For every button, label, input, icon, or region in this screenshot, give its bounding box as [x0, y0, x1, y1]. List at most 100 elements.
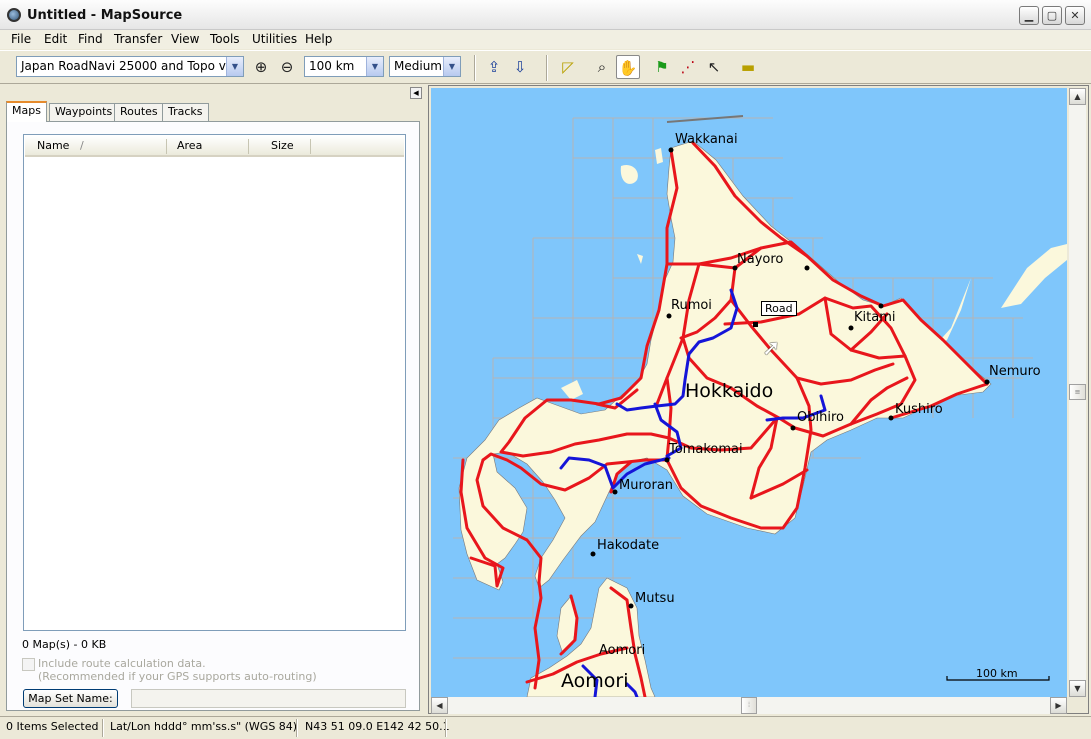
scroll-up-icon[interactable]: ▲ — [1069, 88, 1086, 105]
window-title: Untitled - MapSource — [27, 8, 183, 23]
city-label: Nayoro — [737, 252, 784, 267]
toolbar: Japan RoadNavi 25000 and Topo v2 ▼ ⊕ ⊖ 1… — [0, 50, 1091, 84]
minimize-button[interactable]: ▁ — [1019, 6, 1039, 25]
vertical-scroll-thumb[interactable]: ≡ — [1069, 384, 1086, 400]
map-set-name-input[interactable] — [131, 689, 406, 708]
city-label: Kitami — [854, 310, 896, 325]
scroll-left-icon[interactable]: ◀ — [431, 697, 448, 714]
rishiri-island — [620, 164, 638, 184]
vertical-scrollbar[interactable]: ▲ ≡ ▼ — [1069, 88, 1086, 697]
city-label: Aomori — [599, 643, 646, 658]
city-label: Kushiro — [895, 402, 943, 417]
status-bar: 0 Items Selected Lat/Lon hddd° mm'ss.s" … — [0, 716, 1091, 739]
menu-tools[interactable]: Tools — [210, 32, 240, 46]
menu-utilities[interactable]: Utilities — [252, 32, 297, 46]
zoom-level-select[interactable]: 100 km ▼ — [304, 56, 384, 77]
menu-transfer[interactable]: Transfer — [114, 32, 162, 46]
status-separator — [102, 719, 104, 737]
menu-bar: File Edit Find Transfer View Tools Utili… — [0, 30, 1091, 49]
map-count: 0 Map(s) - 0 KB — [22, 638, 107, 651]
map-frame: Wakkanai Nayoro Rumoi Kitami Nemuro Hokk… — [428, 85, 1089, 714]
tab-waypoints[interactable]: Waypoints — [49, 103, 119, 121]
mouse-pointer-icon: ➚ — [762, 336, 781, 361]
region-label: Aomori — [561, 670, 629, 692]
chevron-down-icon[interactable]: ▼ — [366, 57, 383, 76]
column-separator[interactable] — [310, 139, 311, 154]
menu-file[interactable]: File — [11, 32, 31, 46]
column-separator[interactable] — [166, 139, 167, 154]
maximize-button[interactable]: ▢ — [1042, 6, 1062, 25]
mapsource-globe-icon — [7, 8, 21, 22]
city-label: Hakodate — [597, 538, 660, 553]
map-view[interactable]: Wakkanai Nayoro Rumoi Kitami Nemuro Hokk… — [431, 88, 1067, 697]
teuri-island — [637, 254, 643, 264]
title-bar: Untitled - MapSource ▁ ▢ ✕ — [0, 0, 1091, 30]
route-tool-icon[interactable]: ⋰ — [676, 55, 700, 79]
position-format: Lat/Lon hddd° mm'ss.s" (WGS 84) — [110, 720, 298, 733]
zoom-in-icon[interactable]: ⊕ — [249, 55, 273, 79]
tab-maps[interactable]: Maps — [6, 101, 47, 122]
column-separator[interactable] — [248, 139, 249, 154]
toolbar-separator — [474, 55, 476, 81]
tab-routes[interactable]: Routes — [114, 103, 164, 121]
column-size[interactable]: Size — [271, 139, 294, 152]
region-label: Hokkaido — [685, 380, 774, 402]
column-name[interactable]: Name — [37, 139, 69, 152]
city-label: Tomakomai — [669, 442, 743, 457]
chevron-down-icon[interactable]: ▼ — [443, 57, 460, 76]
tab-tracks[interactable]: Tracks — [162, 103, 209, 121]
receive-from-device-icon[interactable]: ⇩ — [508, 55, 532, 79]
menu-edit[interactable]: Edit — [44, 32, 67, 46]
horizontal-scrollbar[interactable]: ◀ ⦙ ▶ — [431, 697, 1067, 714]
city-label: Rumoi — [671, 298, 712, 313]
menu-find[interactable]: Find — [78, 32, 103, 46]
maps-list[interactable]: Name / Area Size — [23, 134, 406, 631]
status-separator — [296, 719, 298, 737]
scroll-down-icon[interactable]: ▼ — [1069, 680, 1086, 697]
zoom-tool-icon[interactable]: ⌕ — [590, 55, 614, 79]
city-label: Mutsu — [635, 591, 675, 606]
northern-coastline-line — [666, 115, 744, 123]
chevron-down-icon[interactable]: ▼ — [226, 57, 243, 76]
column-area[interactable]: Area — [177, 139, 202, 152]
selection-status: 0 Items Selected — [6, 720, 99, 733]
status-separator — [445, 719, 447, 737]
city-label: Obihiro — [797, 410, 844, 425]
selection-arrow-icon[interactable]: ↖ — [702, 55, 726, 79]
waypoint-flag-icon[interactable]: ⚑ — [650, 55, 674, 79]
scale-label: 100 km — [976, 667, 1018, 680]
list-header: Name / Area Size — [25, 136, 404, 157]
hokkaido-landmass — [458, 140, 992, 591]
scroll-right-icon[interactable]: ▶ — [1050, 697, 1067, 714]
route-data-note: (Recommended if your GPS supports auto-r… — [38, 670, 317, 683]
cursor-coordinates: N43 51 09.0 E142 42 50.1 — [305, 720, 450, 733]
left-panel: ◀ Maps Waypoints Routes Tracks Name / Ar… — [0, 85, 425, 714]
detail-level-select[interactable]: Medium ▼ — [389, 56, 461, 77]
route-data-label: Include route calculation data. — [38, 657, 206, 670]
zoom-level-value: 100 km — [309, 59, 355, 73]
map-tool-icon[interactable]: ◸ — [556, 55, 580, 79]
zoom-out-icon[interactable]: ⊖ — [275, 55, 299, 79]
map-tooltip: Road — [761, 301, 797, 316]
city-label: Nemuro — [989, 364, 1041, 379]
etorofu-island — [1001, 244, 1067, 308]
shakotan-coast — [561, 380, 583, 400]
map-product-select[interactable]: Japan RoadNavi 25000 and Topo v2 ▼ — [16, 56, 244, 77]
toolbar-separator — [546, 55, 548, 81]
hand-tool-icon[interactable]: ✋ — [616, 55, 640, 79]
menu-view[interactable]: View — [171, 32, 199, 46]
horizontal-scroll-thumb[interactable]: ⦙ — [741, 697, 757, 714]
send-to-device-icon[interactable]: ⇪ — [482, 55, 506, 79]
maps-tab-panel: Name / Area Size 0 Map(s) - 0 KB Include… — [6, 121, 420, 711]
detail-level-value: Medium — [394, 59, 442, 73]
route-data-checkbox[interactable] — [22, 658, 35, 671]
distance-ruler-icon[interactable]: ▬ — [736, 55, 760, 79]
close-button[interactable]: ✕ — [1065, 6, 1085, 25]
rebun-island — [655, 148, 663, 164]
map-product-value: Japan RoadNavi 25000 and Topo v2 — [21, 59, 234, 73]
city-label: Wakkanai — [675, 132, 738, 147]
city-label: Muroran — [619, 478, 674, 493]
menu-help[interactable]: Help — [305, 32, 332, 46]
map-set-name-button[interactable]: Map Set Name: — [23, 689, 118, 708]
collapse-panel-icon[interactable]: ◀ — [410, 87, 422, 99]
